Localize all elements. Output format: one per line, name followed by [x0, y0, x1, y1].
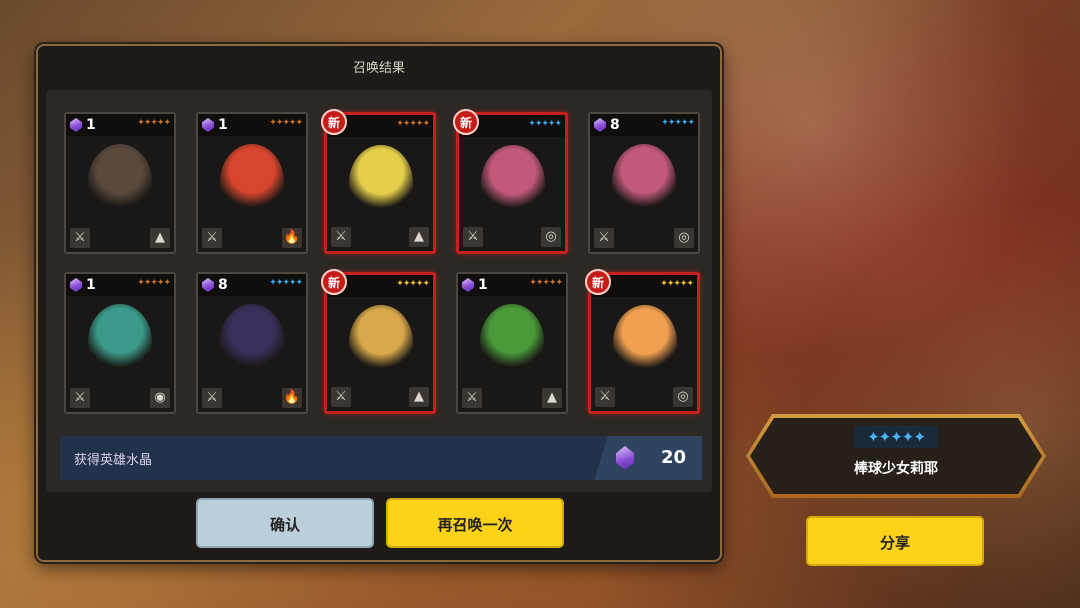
element-icon: ▲ — [542, 388, 562, 408]
hero-sprite — [88, 144, 152, 220]
crystal-count: 8 — [610, 117, 620, 133]
role-icon: ⚔ — [463, 227, 483, 247]
crystal-reward-label: 获得英雄水晶 — [74, 453, 153, 468]
element-icon: ▲ — [409, 387, 429, 407]
crystal-count: 1 — [218, 117, 228, 133]
star-rating: ✦✦✦✦✦ — [661, 118, 695, 128]
element-icon: ◎ — [541, 227, 561, 247]
hero-sprite — [88, 304, 152, 380]
hero-sprite — [349, 145, 413, 221]
crystal-count: 1 — [86, 277, 96, 293]
star-rating: ✦✦✦✦✦ — [396, 279, 430, 289]
featured-hero-panel: ✦✦✦✦✦ 棒球少女莉耶 — [746, 414, 1046, 498]
hero-crystal-icon — [616, 446, 634, 470]
hero-card-grid: 1 ✦✦✦✦✦ ⚔ ▲ 1 ✦✦✦✦✦ ⚔ 🔥 新 ✦✦✦✦✦ ⚔ ▲ 新 ✦✦✦✦✦ ⚔ ◎ 8 ✦✦✦✦✦ ⚔ ◎… — [46, 90, 712, 492]
hero-sprite — [613, 305, 677, 381]
hero-card[interactable]: 1 ✦✦✦✦✦ ⚔ 🔥 — [196, 112, 308, 254]
element-icon: ◎ — [674, 228, 694, 248]
hero-sprite — [481, 145, 545, 221]
star-rating: ✦✦✦✦✦ — [660, 279, 694, 289]
hero-card[interactable]: 8 ✦✦✦✦✦ ⚔ 🔥 — [196, 272, 308, 414]
crystal-count: 1 — [86, 117, 96, 133]
hero-sprite — [220, 304, 284, 380]
summon-again-button[interactable]: 再召唤一次 — [386, 498, 564, 548]
role-icon: ⚔ — [331, 387, 351, 407]
star-rating: ✦✦✦✦✦ — [528, 119, 562, 129]
element-icon: 🔥 — [282, 388, 302, 408]
crystal-reward-bar: 获得英雄水晶 20 — [60, 436, 702, 480]
role-icon: ⚔ — [70, 388, 90, 408]
hero-card[interactable]: 新 ✦✦✦✦✦ ⚔ ◎ — [585, 269, 700, 414]
hero-sprite — [480, 304, 544, 380]
new-badge: 新 — [321, 109, 347, 135]
hero-card[interactable]: 8 ✦✦✦✦✦ ⚔ ◎ — [588, 112, 700, 254]
crystal-count: 8 — [218, 277, 228, 293]
crystal-count: 20 — [660, 447, 686, 468]
star-rating: ✦✦✦✦✦ — [137, 118, 171, 128]
share-button[interactable]: 分享 — [806, 516, 984, 566]
element-icon: ▲ — [150, 228, 170, 248]
hero-sprite — [220, 144, 284, 220]
element-icon: ▲ — [409, 227, 429, 247]
hero-card[interactable]: 1 ✦✦✦✦✦ ⚔ ▲ — [64, 112, 176, 254]
element-icon: 🔥 — [282, 228, 302, 248]
element-icon: ◉ — [150, 388, 170, 408]
role-icon: ⚔ — [462, 388, 482, 408]
featured-hero-panel-inner: ✦✦✦✦✦ 棒球少女莉耶 — [750, 418, 1042, 494]
role-icon: ⚔ — [70, 228, 90, 248]
new-badge: 新 — [321, 269, 347, 295]
hero-card[interactable]: 新 ✦✦✦✦✦ ⚔ ◎ — [453, 109, 568, 254]
hero-card[interactable]: 新 ✦✦✦✦✦ ⚔ ▲ — [321, 269, 436, 414]
role-icon: ⚔ — [202, 388, 222, 408]
new-badge: 新 — [453, 109, 479, 135]
star-rating: ✦✦✦✦✦ — [269, 118, 303, 128]
role-icon: ⚔ — [331, 227, 351, 247]
hero-card[interactable]: 1 ✦✦✦✦✦ ⚔ ▲ — [456, 272, 568, 414]
hero-sprite — [349, 305, 413, 381]
featured-hero-stars: ✦✦✦✦✦ — [854, 426, 938, 448]
crystal-count-box: 20 — [594, 436, 702, 480]
crystal-count: 1 — [478, 277, 488, 293]
role-icon: ⚔ — [202, 228, 222, 248]
confirm-button[interactable]: 确认 — [196, 498, 374, 548]
hero-card[interactable]: 新 ✦✦✦✦✦ ⚔ ▲ — [321, 109, 436, 254]
hero-sprite — [612, 144, 676, 220]
role-icon: ⚔ — [595, 387, 615, 407]
featured-hero-name: 棒球少女莉耶 — [854, 461, 938, 477]
role-icon: ⚔ — [594, 228, 614, 248]
star-rating: ✦✦✦✦✦ — [529, 278, 563, 288]
star-rating: ✦✦✦✦✦ — [137, 278, 171, 288]
new-badge: 新 — [585, 269, 611, 295]
star-rating: ✦✦✦✦✦ — [396, 119, 430, 129]
summon-result-dialog: 召唤结果 1 ✦✦✦✦✦ ⚔ ▲ 1 ✦✦✦✦✦ ⚔ 🔥 新 ✦✦✦✦✦ ⚔ ▲ 新 ✦✦✦✦✦ ⚔ ◎ 8 ✦✦… — [36, 44, 722, 562]
dialog-title: 召唤结果 — [352, 61, 405, 76]
element-icon: ◎ — [673, 387, 693, 407]
hero-card[interactable]: 1 ✦✦✦✦✦ ⚔ ◉ — [64, 272, 176, 414]
star-rating: ✦✦✦✦✦ — [269, 278, 303, 288]
